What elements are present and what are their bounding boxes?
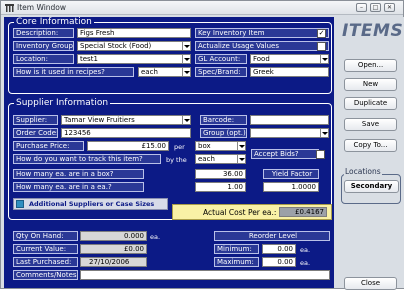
location-select[interactable]: test1 bbox=[77, 54, 191, 64]
supplier-select[interactable]: Tamar View Fruitiers bbox=[61, 115, 191, 125]
item-window: Item Window – □ ✕ Core Information Descr… bbox=[0, 0, 404, 290]
ea-in-ea-field[interactable]: 1.00 bbox=[195, 182, 246, 192]
minimum-unit-label: ea. bbox=[300, 246, 311, 254]
order-code-field[interactable]: 123456 bbox=[61, 128, 191, 138]
track-by-value: each bbox=[198, 155, 215, 163]
supplier-information-heading: Supplier Information bbox=[14, 98, 111, 108]
spec-brand-label: Spec/Brand: bbox=[195, 67, 247, 77]
chevron-down-icon[interactable] bbox=[182, 68, 190, 76]
inventory-group-value: Special Stock (Food) bbox=[80, 42, 152, 50]
additional-suppliers-label: Additional Suppliers or Case Sizes bbox=[29, 200, 155, 208]
per-unit-value: box bbox=[198, 142, 211, 150]
copy-to-button[interactable]: Copy To... bbox=[344, 139, 397, 152]
maximum-unit-label: ea. bbox=[300, 259, 311, 267]
recipes-usage-label: How is it used in recipes? bbox=[13, 67, 134, 77]
location-label: Location: bbox=[13, 54, 74, 64]
qty-on-hand-label: Qty On Hand: bbox=[13, 231, 78, 241]
title-bar: Item Window – □ ✕ bbox=[1, 1, 403, 15]
duplicate-button[interactable]: Duplicate bbox=[344, 97, 397, 110]
location-value: test1 bbox=[80, 55, 98, 63]
key-inventory-label: Key Inventory Item bbox=[195, 28, 329, 38]
group-opt-select[interactable] bbox=[250, 128, 329, 138]
accept-bids-checkbox[interactable] bbox=[316, 150, 325, 159]
chevron-down-icon[interactable] bbox=[237, 155, 245, 163]
key-inventory-checkbox[interactable]: ✓ bbox=[317, 29, 326, 38]
maximum-label: Maximum: bbox=[214, 257, 259, 267]
actual-cost-box: Actual Cost Per ea.: £0.4167 bbox=[172, 204, 332, 220]
chevron-down-icon[interactable] bbox=[182, 42, 190, 50]
ea-in-ea-label: How many ea. are in a ea.? bbox=[13, 182, 144, 192]
core-information-heading: Core Information bbox=[14, 17, 94, 27]
purchase-price-label: Purchase Price: bbox=[13, 141, 84, 151]
secondary-button[interactable]: Secondary bbox=[344, 180, 399, 193]
gl-account-select[interactable]: Food bbox=[250, 54, 329, 64]
per-unit-select[interactable]: box bbox=[195, 141, 246, 151]
minimum-field[interactable]: 0.00 bbox=[262, 244, 296, 254]
ea-in-box-label: How many ea. are in a box? bbox=[13, 169, 144, 179]
maximum-field[interactable]: 0.00 bbox=[262, 257, 296, 267]
chevron-down-icon[interactable] bbox=[182, 55, 190, 63]
last-purchased-label: Last Purchased: bbox=[13, 257, 78, 267]
comments-label: Comments/Notes: bbox=[13, 270, 78, 280]
by-the-label: by the bbox=[166, 156, 187, 164]
purchase-price-field[interactable]: £15.00 bbox=[87, 141, 169, 151]
barcode-label: Barcode: bbox=[200, 115, 247, 125]
actual-cost-value: £0.4167 bbox=[279, 207, 327, 217]
minimize-icon[interactable]: – bbox=[356, 3, 367, 12]
comments-field[interactable] bbox=[80, 270, 330, 280]
spec-brand-field[interactable]: Greek bbox=[250, 67, 329, 77]
supplier-label: Supplier: bbox=[13, 115, 58, 125]
chevron-down-icon[interactable] bbox=[320, 55, 328, 63]
gl-account-label: GL Account: bbox=[195, 54, 247, 64]
track-by-select[interactable]: each bbox=[195, 154, 246, 164]
locations-heading: Locations bbox=[344, 167, 382, 176]
actual-cost-label: Actual Cost Per ea.: bbox=[203, 208, 277, 217]
new-button[interactable]: New bbox=[344, 78, 397, 91]
sidebar: ITEMS Open... New Duplicate Save Copy To… bbox=[335, 17, 404, 290]
qty-unit-label: ea. bbox=[150, 233, 161, 241]
last-purchased-value: 27/10/2006 bbox=[80, 257, 147, 267]
additional-suppliers-button[interactable]: Additional Suppliers or Case Sizes bbox=[13, 198, 168, 210]
current-value-label: Current Value: bbox=[13, 244, 78, 254]
save-button[interactable]: Save bbox=[344, 118, 397, 131]
chevron-down-icon[interactable] bbox=[182, 116, 190, 124]
group-opt-label: Group (opt.) bbox=[200, 128, 247, 138]
description-label: Description: bbox=[13, 28, 74, 38]
track-item-label: How do you want to track this item? bbox=[13, 154, 161, 164]
qty-on-hand-value: 0.000 bbox=[80, 231, 147, 241]
close-window-icon[interactable]: ✕ bbox=[384, 3, 395, 12]
yield-factor-label: Yield Factor bbox=[263, 169, 319, 179]
recipes-usage-select[interactable]: each bbox=[138, 67, 191, 77]
reorder-level-label: Reorder Level bbox=[214, 231, 330, 241]
open-button[interactable]: Open... bbox=[344, 59, 397, 72]
actualize-usage-checkbox[interactable] bbox=[317, 42, 326, 51]
accept-bids-label: Accept Bids? bbox=[251, 149, 319, 159]
recipes-usage-value: each bbox=[141, 68, 158, 76]
inventory-group-label: Inventory Group: bbox=[13, 41, 74, 51]
yield-factor-field[interactable]: 1.0000 bbox=[263, 182, 319, 192]
app-icon bbox=[5, 4, 14, 12]
inventory-group-select[interactable]: Special Stock (Food) bbox=[77, 41, 191, 51]
order-code-label: Order Code: bbox=[13, 128, 58, 138]
close-button[interactable]: Close bbox=[344, 277, 397, 290]
description-field[interactable]: Figs Fresh bbox=[77, 28, 191, 38]
current-value-value: £0.00 bbox=[80, 244, 147, 254]
chevron-down-icon[interactable] bbox=[237, 142, 245, 150]
main-panel: Core Information Description: Figs Fresh… bbox=[4, 17, 334, 288]
barcode-field[interactable] bbox=[250, 115, 329, 125]
ea-in-box-field[interactable]: 36.00 bbox=[195, 169, 246, 179]
gl-account-value: Food bbox=[253, 55, 270, 63]
window-title: Item Window bbox=[17, 3, 67, 12]
per-label: per bbox=[174, 143, 185, 151]
maximize-icon[interactable]: □ bbox=[370, 3, 381, 12]
square-icon bbox=[16, 200, 24, 208]
supplier-value: Tamar View Fruitiers bbox=[64, 116, 135, 124]
actualize-usage-label: Actualize Usage Values bbox=[195, 41, 329, 51]
items-logo: ITEMS bbox=[342, 21, 404, 41]
chevron-down-icon[interactable] bbox=[320, 129, 328, 137]
minimum-label: Minimum: bbox=[214, 244, 259, 254]
